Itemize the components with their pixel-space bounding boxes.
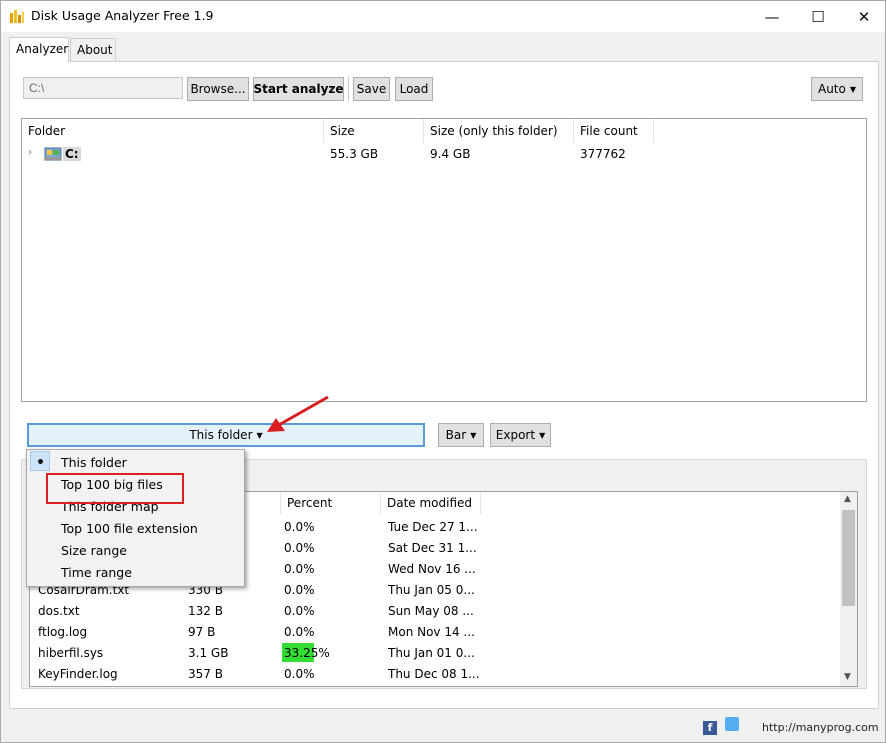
site-link[interactable]: http://manyprog.com [762, 721, 879, 734]
drive-icon [44, 147, 62, 161]
file-size: 357 B [188, 667, 223, 681]
vertical-scrollbar[interactable]: ▲ ▼ [840, 492, 857, 686]
expand-chevron-icon[interactable]: › [28, 147, 32, 158]
file-date: Tue Dec 27 1... [388, 520, 478, 534]
save-button[interactable]: Save [353, 77, 390, 101]
caret-down-icon: ▼ [256, 430, 263, 440]
menu-item-this-folder[interactable]: This folder [27, 451, 244, 473]
file-size: 97 B [188, 625, 216, 639]
file-date: Sun May 08 ... [388, 604, 474, 618]
file-date: Sat Dec 31 1... [388, 541, 477, 555]
footer-links: f http://manyprog.com [703, 717, 879, 735]
tree-row[interactable]: › C: 55.3 GB 9.4 GB 377762 [22, 143, 866, 165]
tab-analyzer[interactable]: Analyzer [9, 37, 69, 63]
close-icon: ✕ [857, 7, 871, 26]
file-date: Thu Dec 08 1... [388, 667, 480, 681]
selected-bullet-icon [30, 451, 50, 471]
list-item[interactable]: ftlog.log 97 B 0.0% Mon Nov 14 ... [30, 621, 840, 642]
file-date: Mon Nov 14 ... [388, 625, 475, 639]
file-name: KeyFinder.log [38, 667, 118, 681]
column-date-modified[interactable]: Date modified [381, 492, 481, 514]
twitter-icon[interactable] [724, 717, 739, 731]
file-size: 132 B [188, 604, 223, 618]
minimize-icon: — [764, 7, 780, 26]
close-button[interactable]: ✕ [841, 1, 886, 32]
minimize-button[interactable]: — [749, 1, 795, 32]
tree-row-file-count: 377762 [580, 147, 626, 161]
menu-item-top-100-file-extension[interactable]: Top 100 file extension [27, 517, 244, 539]
view-mode-menu: This folder Top 100 big files This folder … [26, 449, 245, 587]
caret-down-icon: ▼ [539, 430, 546, 440]
file-percent: 0.0% [284, 562, 315, 576]
caret-down-icon: ▼ [849, 84, 857, 94]
view-mode-dropdown[interactable]: This folder ▼ [27, 423, 425, 447]
column-percent[interactable]: Percent [281, 492, 381, 514]
toolbar-divider [348, 77, 349, 101]
file-percent: 33.25% [284, 646, 330, 660]
maximize-button[interactable]: ☐ [795, 1, 841, 32]
title-bar: Disk Usage Analyzer Free 1.9 — ☐ ✕ [1, 1, 885, 32]
column-file-count[interactable]: File count [574, 119, 654, 143]
annotation-highlight-box [46, 473, 184, 504]
scroll-up-icon[interactable]: ▲ [844, 494, 851, 504]
menu-item-label: Top 100 file extension [61, 521, 198, 536]
path-input[interactable] [23, 77, 183, 99]
scrollbar-thumb[interactable] [842, 510, 855, 606]
tree-row-name: C: [63, 147, 81, 161]
file-date: Thu Jan 01 0... [388, 646, 475, 660]
menu-item-label: Time range [61, 565, 132, 580]
file-size: 3.1 GB [188, 646, 229, 660]
bar-dropdown[interactable]: Bar ▼ [438, 423, 484, 447]
file-percent: 0.0% [284, 667, 315, 681]
export-dropdown[interactable]: Export ▼ [490, 423, 551, 447]
file-percent: 0.0% [284, 583, 315, 597]
tab-about[interactable]: About [70, 38, 116, 62]
export-label: Export [495, 428, 536, 442]
menu-item-label: This folder [61, 455, 127, 470]
annotation-arrow-icon [267, 395, 329, 432]
caret-down-icon: ▼ [470, 430, 477, 440]
auto-dropdown[interactable]: Auto ▼ [811, 77, 863, 101]
tree-row-size-only: 9.4 GB [430, 147, 471, 161]
file-percent: 0.0% [284, 520, 315, 534]
column-size[interactable]: Size [324, 119, 424, 143]
folder-tree[interactable]: Folder Size Size (only this folder) File… [21, 118, 867, 402]
tree-row-size: 55.3 GB [330, 147, 379, 161]
file-percent: 0.0% [284, 541, 315, 555]
column-size-only[interactable]: Size (only this folder) [424, 119, 574, 143]
file-date: Thu Jan 05 0... [388, 583, 475, 597]
bar-label: Bar [445, 428, 467, 442]
menu-item-label: Size range [61, 543, 127, 558]
list-item[interactable]: KeyFinder.log 357 B 0.0% Thu Dec 08 1... [30, 663, 840, 684]
window-title: Disk Usage Analyzer Free 1.9 [31, 8, 214, 23]
app-window: Disk Usage Analyzer Free 1.9 — ☐ ✕ Analy… [0, 0, 886, 743]
maximize-icon: ☐ [811, 7, 825, 26]
menu-item-size-range[interactable]: Size range [27, 539, 244, 561]
list-item[interactable]: dos.txt 132 B 0.0% Sun May 08 ... [30, 600, 840, 621]
column-folder[interactable]: Folder [22, 119, 324, 143]
auto-label: Auto [817, 82, 846, 96]
file-name: hiberfil.sys [38, 646, 104, 660]
start-analyze-button[interactable]: Start analyze [253, 77, 344, 101]
file-percent: 0.0% [284, 625, 315, 639]
scroll-down-icon[interactable]: ▼ [844, 672, 851, 682]
list-item[interactable]: hiberfil.sys 3.1 GB 33.25% Thu Jan 01 0... [30, 642, 840, 663]
file-name: dos.txt [38, 604, 80, 618]
browse-button[interactable]: Browse... [187, 77, 249, 101]
load-button[interactable]: Load [395, 77, 433, 101]
menu-item-time-range[interactable]: Time range [27, 561, 244, 583]
file-date: Wed Nov 16 ... [388, 562, 476, 576]
view-mode-label: This folder [189, 428, 253, 442]
app-icon [10, 10, 24, 23]
facebook-icon[interactable]: f [703, 721, 717, 735]
file-percent: 0.0% [284, 604, 315, 618]
file-name: ftlog.log [38, 625, 88, 639]
